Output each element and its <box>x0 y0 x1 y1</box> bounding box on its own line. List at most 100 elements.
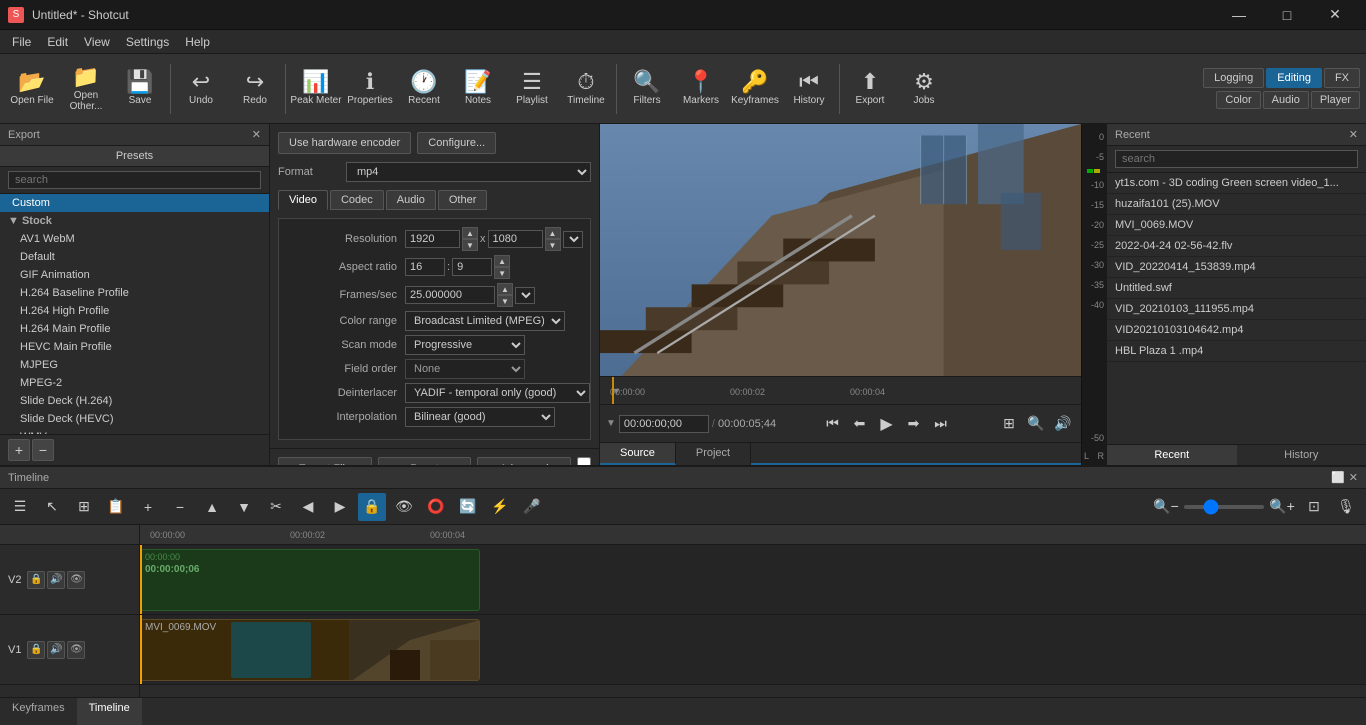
presets-search-input[interactable] <box>8 171 261 189</box>
minimize-button[interactable]: — <box>1216 0 1262 30</box>
scan-mode-select[interactable]: Progressive <box>405 335 525 355</box>
tl-menu-button[interactable]: ☰ <box>6 493 34 521</box>
tl-next-button[interactable]: ▶ <box>326 493 354 521</box>
v2-mute-button[interactable]: 🔊 <box>47 571 65 589</box>
preset-mjpeg[interactable]: MJPEG <box>0 356 269 374</box>
fx-mode-button[interactable]: FX <box>1324 68 1360 88</box>
recent-item-2[interactable]: MVI_0069.MOV <box>1107 215 1366 236</box>
interpolation-select[interactable]: Bilinear (good) <box>405 407 555 427</box>
v1-hide-button[interactable]: 👁 <box>67 641 85 659</box>
color-range-select[interactable]: Broadcast Limited (MPEG) <box>405 311 565 331</box>
playlist-button[interactable]: ☰ Playlist <box>506 59 558 119</box>
tl-split-button[interactable]: ✂ <box>262 493 290 521</box>
properties-button[interactable]: ℹ Properties <box>344 59 396 119</box>
skip-start-button[interactable]: ⏮ <box>821 412 845 436</box>
grid-button[interactable]: ⊞ <box>997 412 1021 436</box>
history-tab[interactable]: History <box>1237 445 1366 465</box>
fps-input[interactable] <box>405 286 495 304</box>
player-mode-button[interactable]: Player <box>1311 91 1360 109</box>
source-tab[interactable]: Source <box>600 443 676 465</box>
redo-button[interactable]: ↪ Redo <box>229 59 281 119</box>
tl-remove-button[interactable]: − <box>166 493 194 521</box>
reset-button[interactable]: Reset <box>378 457 472 465</box>
resolution-preset-select[interactable] <box>563 231 583 248</box>
timeline-expand-icon[interactable]: ⬜ <box>1331 471 1345 484</box>
tl-add-button[interactable]: + <box>134 493 162 521</box>
add-preset-button[interactable]: + <box>8 439 30 461</box>
tl-ripple3-button[interactable]: ⚡ <box>486 493 514 521</box>
volume-button[interactable]: 🔊 <box>1051 412 1075 436</box>
tl-paste-button[interactable]: 📋 <box>102 493 130 521</box>
preset-slide-hevc[interactable]: Slide Deck (HEVC) <box>0 410 269 428</box>
tl-scrub-button[interactable]: 👁 <box>390 493 418 521</box>
timeline-bottom-tab[interactable]: Timeline <box>77 698 142 725</box>
field-order-select[interactable]: None <box>405 359 525 379</box>
preset-gif[interactable]: GIF Animation <box>0 266 269 284</box>
preset-slide-h264[interactable]: Slide Deck (H.264) <box>0 392 269 410</box>
tl-mic-button[interactable]: 🎤 <box>518 493 546 521</box>
advanced-button[interactable]: Advanced <box>477 457 571 465</box>
history-button[interactable]: ⏮ History <box>783 59 835 119</box>
undo-button[interactable]: ↩ Undo <box>175 59 227 119</box>
export-close-icon[interactable]: ✕ <box>252 128 261 141</box>
keyframes-button[interactable]: 🔑 Keyframes <box>729 59 781 119</box>
project-tab[interactable]: Project <box>676 443 751 465</box>
preset-default[interactable]: Default <box>0 248 269 266</box>
timeline-close-icon[interactable]: ✕ <box>1349 471 1358 484</box>
save-button[interactable]: 💾 Save <box>114 59 166 119</box>
hw-encoder-button[interactable]: Use hardware encoder <box>278 132 411 154</box>
v1-lock-button[interactable]: 🔒 <box>27 641 45 659</box>
recent-item-5[interactable]: Untitled.swf <box>1107 278 1366 299</box>
recent-item-0[interactable]: yt1s.com - 3D coding Green screen video_… <box>1107 173 1366 194</box>
play-button[interactable]: ▶ <box>875 412 899 436</box>
resolution-width-input[interactable] <box>405 230 460 248</box>
fps-up[interactable]: ▲ <box>497 283 513 295</box>
logging-mode-button[interactable]: Logging <box>1203 68 1264 88</box>
v2-hide-button[interactable]: 👁 <box>67 571 85 589</box>
tl-select-button[interactable]: ↖ <box>38 493 66 521</box>
advanced-checkbox[interactable] <box>577 457 591 465</box>
menu-help[interactable]: Help <box>177 33 218 51</box>
format-select[interactable]: mp4 <box>346 162 591 182</box>
v2-lock-button[interactable]: 🔒 <box>27 571 45 589</box>
export-button[interactable]: ⬆ Export <box>844 59 896 119</box>
tab-video[interactable]: Video <box>278 190 328 210</box>
tl-zoom-in-button[interactable]: 🔍+ <box>1268 493 1296 521</box>
prev-frame-button[interactable]: ⬅ <box>848 412 872 436</box>
tl-prev-button[interactable]: ◀ <box>294 493 322 521</box>
timeline-button[interactable]: ⏱ Timeline <box>560 59 612 119</box>
filters-button[interactable]: 🔍 Filters <box>621 59 673 119</box>
aspect-w-input[interactable] <box>405 258 445 276</box>
tab-audio[interactable]: Audio <box>386 190 436 210</box>
aspect-down[interactable]: ▼ <box>494 267 510 279</box>
recent-item-4[interactable]: VID_20220414_153839.mp4 <box>1107 257 1366 278</box>
tab-other[interactable]: Other <box>438 190 488 210</box>
recent-tab[interactable]: Recent <box>1107 445 1237 465</box>
peak-meter-button[interactable]: 📊 Peak Meter <box>290 59 342 119</box>
preset-av1-webm[interactable]: AV1 WebM <box>0 230 269 248</box>
resolution-w-down[interactable]: ▼ <box>462 239 478 251</box>
recent-item-6[interactable]: VID_20210103_111955.mp4 <box>1107 299 1366 320</box>
preset-hevc[interactable]: HEVC Main Profile <box>0 338 269 356</box>
open-file-button[interactable]: 📂 Open File <box>6 59 58 119</box>
tab-codec[interactable]: Codec <box>330 190 384 210</box>
close-button[interactable]: ✕ <box>1312 0 1358 30</box>
deinterlace-select[interactable]: YADIF - temporal only (good) <box>405 383 590 403</box>
current-time-input[interactable] <box>619 415 709 433</box>
resolution-h-down[interactable]: ▼ <box>545 239 561 251</box>
tl-ripple2-button[interactable]: 🔄 <box>454 493 482 521</box>
configure-button[interactable]: Configure... <box>417 132 496 154</box>
v2-clip[interactable]: 00:00:00 00:00:00;06 <box>140 549 480 611</box>
editing-mode-button[interactable]: Editing <box>1266 68 1322 88</box>
fps-preset-select[interactable] <box>515 287 535 304</box>
recent-item-8[interactable]: HBL Plaza 1 .mp4 <box>1107 341 1366 362</box>
preset-h264-high[interactable]: H.264 High Profile <box>0 302 269 320</box>
remove-preset-button[interactable]: − <box>32 439 54 461</box>
open-other-button[interactable]: 📁 Open Other... <box>60 59 112 119</box>
resolution-h-up[interactable]: ▲ <box>545 227 561 239</box>
color-mode-button[interactable]: Color <box>1216 91 1260 109</box>
tl-overwrite-button[interactable]: ▼ <box>230 493 258 521</box>
recent-close-icon[interactable]: ✕ <box>1349 128 1358 141</box>
preset-mpeg2[interactable]: MPEG-2 <box>0 374 269 392</box>
resolution-height-input[interactable] <box>488 230 543 248</box>
